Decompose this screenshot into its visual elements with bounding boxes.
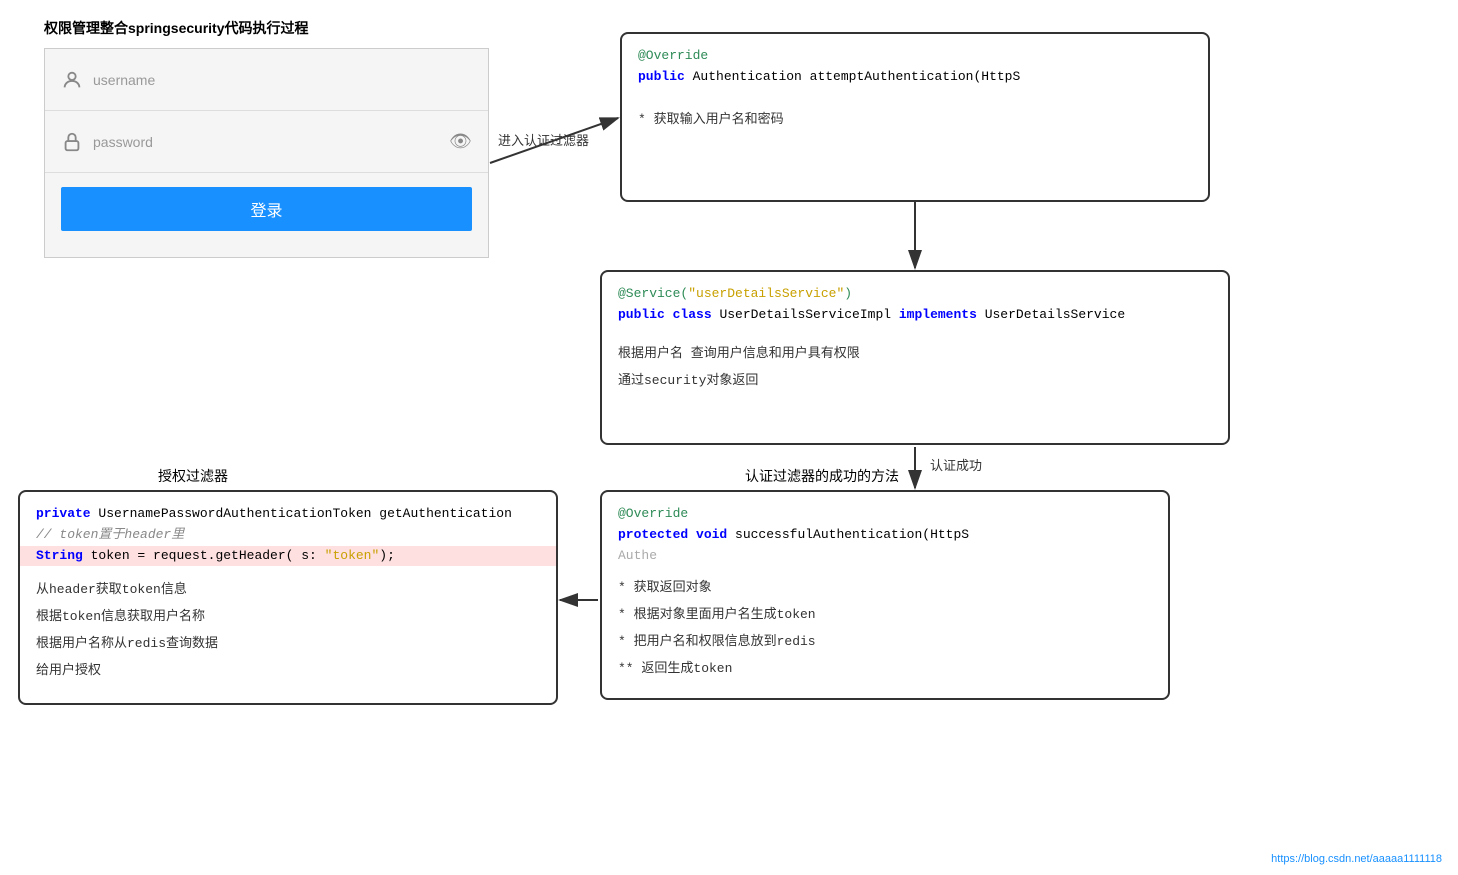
br-note-1: * 获取返回对象: [618, 576, 1152, 595]
lock-icon: [61, 131, 83, 153]
username-placeholder: username: [93, 72, 472, 88]
login-panel: username password 👁 登录: [44, 48, 489, 258]
br-notes: * 获取返回对象 * 根据对象里面用户名生成token * 把用户名和权限信息放…: [618, 576, 1152, 676]
middle-note: 根据用户名 查询用户信息和用户具有权限 通过security对象返回: [618, 342, 1212, 388]
middle-note-2: 通过security对象返回: [618, 369, 1212, 388]
bl-line-3: String token = request.getHeader( s: "to…: [20, 546, 556, 567]
middle-line-2: public class UserDetailsServiceImpl impl…: [618, 305, 1212, 326]
code-box-bottom-right: @Override protected void successfulAuthe…: [600, 490, 1170, 700]
bl-note-3: 根据用户名称从redis查询数据: [36, 632, 540, 651]
br-note-3: * 把用户名和权限信息放到redis: [618, 630, 1152, 649]
bottom-left-label: 授权过滤器: [158, 466, 228, 486]
br-note-2: * 根据对象里面用户名生成token: [618, 603, 1152, 622]
code-line-1: @Override: [638, 46, 1192, 67]
middle-note-1: 根据用户名 查询用户信息和用户具有权限: [618, 342, 1212, 361]
middle-line-1: @Service("userDetailsService"): [618, 284, 1212, 305]
login-button[interactable]: 登录: [61, 187, 472, 231]
watermark: https://blog.csdn.net/aaaaa1111118: [1271, 853, 1442, 865]
auth-success-label: 认证成功: [930, 455, 982, 474]
code-line-2: public Authentication attemptAuthenticat…: [638, 67, 1192, 88]
br-note-4: ** 返回生成token: [618, 657, 1152, 676]
br-line-1: @Override: [618, 504, 1152, 525]
enter-filter-label: 进入认证过滤器: [498, 130, 589, 149]
bl-line-2: // token置于header里: [36, 525, 540, 546]
eye-icon: 👁: [449, 131, 472, 152]
password-placeholder: password: [93, 134, 449, 150]
page-title: 权限管理整合springsecurity代码执行过程: [44, 18, 308, 38]
code-note-top: * 获取输入用户名和密码: [638, 108, 1192, 127]
bl-note-4: 给用户授权: [36, 659, 540, 678]
bl-note-1: 从header获取token信息: [36, 578, 540, 597]
bl-line-1: private UsernamePasswordAuthenticationTo…: [36, 504, 540, 525]
login-btn-row: 登录: [45, 173, 488, 245]
br-line-3: Authe: [618, 546, 1152, 567]
user-icon: [61, 69, 83, 91]
password-field[interactable]: password 👁: [45, 111, 488, 173]
bl-notes: 从header获取token信息 根据token信息获取用户名称 根据用户名称从…: [36, 578, 540, 678]
code-box-bottom-left: private UsernamePasswordAuthenticationTo…: [18, 490, 558, 705]
bl-note-2: 根据token信息获取用户名称: [36, 605, 540, 624]
bottom-right-label: 认证过滤器的成功的方法: [745, 466, 899, 486]
code-box-middle: @Service("userDetailsService") public cl…: [600, 270, 1230, 445]
username-field[interactable]: username: [45, 49, 488, 111]
code-box-top: @Override public Authentication attemptA…: [620, 32, 1210, 202]
br-line-2: protected void successfulAuthentication(…: [618, 525, 1152, 546]
